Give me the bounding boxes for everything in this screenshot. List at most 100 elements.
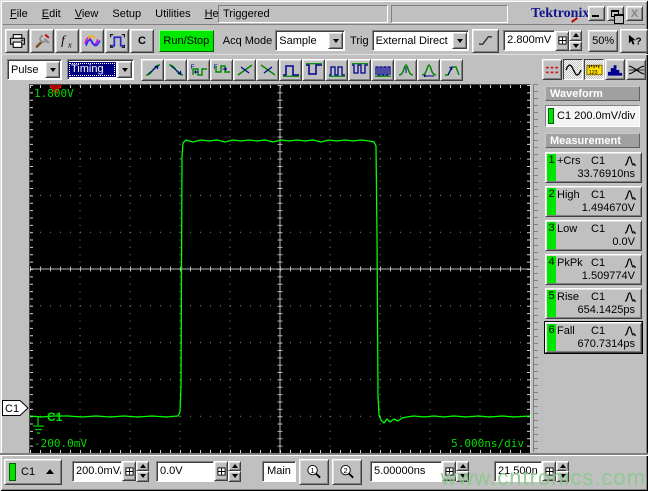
- config-icon[interactable]: [30, 28, 54, 53]
- neg-cross-icon[interactable]: [256, 58, 279, 81]
- step-down-button[interactable]: [456, 471, 469, 482]
- panel-splitter[interactable]: [533, 84, 542, 452]
- time-per-div-spinner[interactable]: 5.00000ns: [370, 460, 469, 482]
- svg-text:f: f: [61, 33, 67, 47]
- close-button[interactable]: X: [626, 6, 643, 21]
- zoom2-button[interactable]: 2: [332, 459, 362, 485]
- set-level-50-button[interactable]: 50%: [588, 29, 619, 52]
- oscilloscope-app-window: File Edit View Setup Utilities Help Trig…: [0, 0, 648, 491]
- fall-time-icon[interactable]: [164, 58, 187, 81]
- waveform-view-icon[interactable]: [563, 59, 583, 80]
- print-icon[interactable]: [5, 28, 29, 53]
- menu-file[interactable]: File: [3, 6, 35, 22]
- measurement-cell-low[interactable]: 3 Low C1 0.0V: [545, 220, 642, 251]
- neg-pulse-icon[interactable]: [302, 58, 325, 81]
- measurement-cell-high[interactable]: 2 High C1 1.494670V: [545, 186, 642, 217]
- pos-width-icon[interactable]: F: [187, 58, 210, 81]
- window-controls: X: [588, 6, 643, 24]
- context-help-button[interactable]: ?: [620, 28, 648, 53]
- magnifier-1-icon: 1: [307, 464, 321, 479]
- svg-text:C1: C1: [5, 403, 19, 415]
- cursors-icon[interactable]: [542, 59, 562, 80]
- step-up-button[interactable]: [556, 460, 569, 471]
- acq-mode-value: Sample: [279, 34, 317, 47]
- measurement-cell-pkpk[interactable]: 4 PkPk C1 1.509774V: [545, 254, 642, 285]
- step-up-button[interactable]: [228, 460, 241, 471]
- measurement-panel-header: Measurement: [545, 133, 640, 148]
- step-down-button[interactable]: [556, 471, 569, 482]
- slew-rate-icon[interactable]: [440, 58, 463, 81]
- minimize-button[interactable]: [588, 6, 605, 21]
- measurement-value: 1.494670V: [581, 202, 635, 214]
- math-fx-icon[interactable]: fx: [55, 28, 79, 53]
- measurement-color-bar: 5: [547, 290, 556, 317]
- dropdown-arrow-icon[interactable]: [117, 61, 132, 78]
- step-down-button[interactable]: [569, 40, 583, 51]
- measurement-cell-rise[interactable]: 5 Rise C1 654.1425ps: [545, 288, 642, 319]
- measurement-name: Fall: [557, 325, 575, 337]
- volts-per-div-spinner[interactable]: 200.0mV/: [72, 460, 149, 482]
- dropdown-arrow-icon[interactable]: [452, 32, 468, 49]
- rise-time-icon[interactable]: [141, 58, 164, 81]
- menu-view[interactable]: View: [68, 6, 106, 22]
- run-stop-button[interactable]: Run/Stop: [158, 29, 214, 52]
- pulse-icon: [624, 291, 637, 302]
- pulse-select-icon[interactable]: [105, 28, 129, 53]
- measurement-index: 2: [548, 188, 555, 200]
- meas-subcategory-select[interactable]: Timing: [67, 59, 134, 80]
- measurement-source: C1: [591, 325, 606, 337]
- waveform-color-icon[interactable]: [80, 28, 104, 53]
- neg-duty-icon[interactable]: [348, 58, 371, 81]
- pos-cross-icon[interactable]: [233, 58, 256, 81]
- trigger-level-value[interactable]: 2.800mV: [503, 30, 556, 51]
- time-per-div-value[interactable]: 5.00000ns: [370, 460, 442, 482]
- trigger-type-value: External Direct: [375, 34, 448, 47]
- record-length-spinner[interactable]: 21.500n: [494, 460, 569, 482]
- dropdown-arrow-icon[interactable]: [45, 61, 60, 78]
- waveform-source-item[interactable]: C1 200.0mV/div: [545, 105, 640, 127]
- peak-icon[interactable]: [394, 58, 417, 81]
- record-length-value[interactable]: 21.500n: [494, 460, 542, 482]
- preset-icon[interactable]: [555, 30, 570, 51]
- step-up-button[interactable]: [136, 460, 149, 471]
- measurement-index: 1: [548, 154, 555, 166]
- measurement-cell-fall[interactable]: 6 Fall C1 670.7314ps: [544, 321, 643, 354]
- eye-diagram-icon[interactable]: [626, 59, 646, 80]
- trigger-slope-button[interactable]: [472, 28, 500, 53]
- acq-mode-select[interactable]: Sample: [275, 30, 346, 51]
- measurement-cell-crs[interactable]: 1 +Crs C1 33.76910ns: [545, 152, 642, 183]
- restore-button[interactable]: [607, 6, 624, 24]
- preset-icon[interactable]: [122, 461, 136, 481]
- channel-marker[interactable]: C1: [2, 400, 29, 416]
- burst-width-icon[interactable]: [371, 58, 394, 81]
- peak-alt-icon[interactable]: [417, 58, 440, 81]
- step-down-button[interactable]: [136, 471, 149, 482]
- tektronix-logo: Tektronix: [531, 6, 590, 23]
- volts-per-div-value[interactable]: 200.0mV/: [72, 460, 122, 482]
- menu-utilities[interactable]: Utilities: [148, 6, 197, 22]
- menu-edit[interactable]: Edit: [35, 6, 68, 22]
- preset-icon[interactable]: [542, 461, 556, 481]
- dropdown-arrow-icon[interactable]: [328, 32, 344, 49]
- vertical-position-spinner[interactable]: 0.0V: [156, 460, 241, 482]
- pos-pulse-icon[interactable]: [279, 58, 302, 81]
- channel-select-button[interactable]: C1: [4, 459, 62, 485]
- menu-setup[interactable]: Setup: [105, 6, 148, 22]
- pos-duty-icon[interactable]: [325, 58, 348, 81]
- trigger-type-select[interactable]: External Direct: [371, 30, 470, 51]
- preset-icon[interactable]: [214, 461, 228, 481]
- step-down-button[interactable]: [228, 471, 241, 482]
- measurement-index: 4: [548, 256, 555, 268]
- zoom1-button[interactable]: 1: [299, 459, 329, 485]
- measurement-view-icon[interactable]: 123: [584, 59, 604, 80]
- preset-icon[interactable]: [442, 461, 456, 481]
- clear-button[interactable]: C: [130, 28, 154, 53]
- step-up-button[interactable]: [569, 30, 583, 41]
- svg-text:x: x: [67, 39, 72, 49]
- neg-width-icon[interactable]: F: [210, 58, 233, 81]
- vertical-position-value[interactable]: 0.0V: [156, 460, 214, 482]
- trigger-level-spinner[interactable]: 2.800mV: [503, 30, 583, 52]
- step-up-button[interactable]: [456, 460, 469, 471]
- histogram-view-icon[interactable]: [605, 59, 625, 80]
- meas-category-select[interactable]: Pulse: [7, 59, 62, 80]
